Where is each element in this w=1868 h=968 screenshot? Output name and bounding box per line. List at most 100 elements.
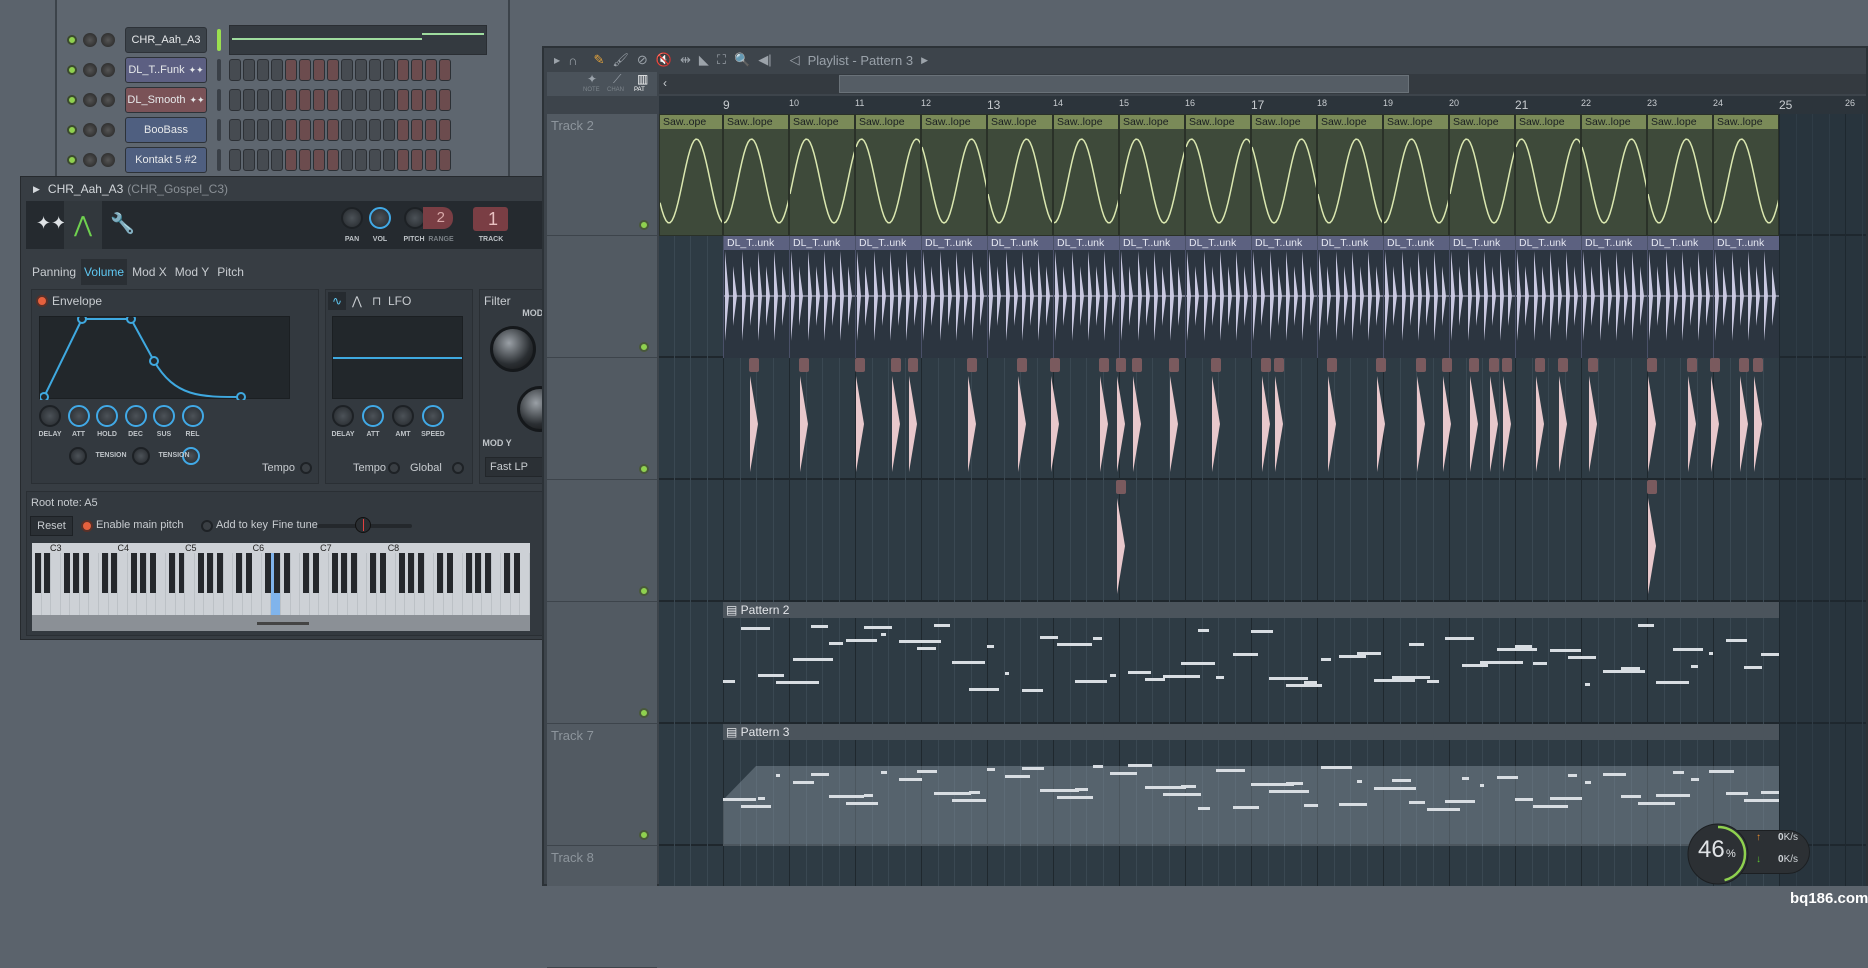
channel-pan-knob[interactable]: [83, 93, 97, 107]
black-key[interactable]: [44, 553, 51, 593]
step-button[interactable]: [229, 149, 241, 171]
step-button[interactable]: [383, 119, 395, 141]
step-button[interactable]: [397, 119, 409, 141]
channel-mode-icon[interactable]: ⟋: [613, 72, 621, 87]
track-header[interactable]: [547, 236, 657, 358]
step-button[interactable]: [257, 59, 269, 81]
envelope-tab-icon[interactable]: ⋀: [64, 201, 102, 249]
lfo-graph[interactable]: [332, 316, 463, 399]
track-mute-led[interactable]: [639, 220, 649, 230]
delete-icon[interactable]: ⊘: [637, 52, 648, 68]
black-key[interactable]: [149, 553, 156, 593]
step-button[interactable]: [327, 89, 339, 111]
rel-knob[interactable]: [181, 405, 204, 427]
sample-hit-clip[interactable]: [1274, 358, 1285, 372]
channel-mute-led[interactable]: [67, 35, 77, 45]
black-key[interactable]: [207, 553, 214, 593]
step-button[interactable]: [271, 89, 283, 111]
step-button[interactable]: [439, 149, 451, 171]
white-key[interactable]: [51, 553, 61, 615]
att-knob[interactable]: [362, 405, 384, 427]
step-button[interactable]: [243, 119, 255, 141]
amt-knob[interactable]: [392, 405, 414, 427]
saw-envelope-clip[interactable]: Saw..lope: [1185, 114, 1251, 236]
black-key[interactable]: [245, 553, 252, 593]
sample-hit-clip[interactable]: [749, 358, 760, 372]
select-icon[interactable]: ⛶: [717, 52, 726, 68]
sample-hit-clip[interactable]: [1099, 358, 1110, 372]
sample-hit-clip[interactable]: [1115, 358, 1126, 372]
chevron-right-icon[interactable]: ▶: [921, 55, 928, 66]
pattern2-clip[interactable]: ▤ Pattern 2: [723, 602, 1779, 724]
sample-hit-clip[interactable]: [855, 358, 865, 372]
step-button[interactable]: [299, 89, 311, 111]
sample-hit-clip[interactable]: [1587, 358, 1598, 372]
saw-envelope-clip[interactable]: Saw..lope: [1581, 114, 1647, 236]
step-button[interactable]: [411, 89, 423, 111]
magnet-snap-icon[interactable]: ∩: [568, 53, 577, 68]
sample-hit-clip[interactable]: [1132, 358, 1143, 372]
step-button[interactable]: [383, 149, 395, 171]
sample-tab-waveform-icon[interactable]: ✦✦: [36, 213, 66, 234]
step-button[interactable]: [369, 89, 381, 111]
step-button[interactable]: [341, 59, 353, 81]
channel-name-button[interactable]: DL_Smooth ✦✦: [125, 87, 207, 113]
white-key[interactable]: [425, 553, 435, 615]
sample-hit-clip[interactable]: [1049, 358, 1060, 372]
speed-knob[interactable]: [422, 405, 444, 427]
sample-hit-clip[interactable]: [1326, 358, 1337, 372]
step-button[interactable]: [313, 59, 325, 81]
black-key[interactable]: [408, 553, 415, 593]
black-key[interactable]: [235, 553, 242, 593]
channel-volume-knob[interactable]: [101, 33, 115, 47]
step-button[interactable]: [327, 149, 339, 171]
white-key[interactable]: [453, 553, 463, 615]
speaker-arrow-icon[interactable]: ◁: [790, 52, 800, 68]
channel-volume-knob[interactable]: [101, 63, 115, 77]
step-button[interactable]: [285, 119, 297, 141]
sample-hit-clip[interactable]: [1647, 480, 1657, 494]
saw-envelope-clip[interactable]: Saw..lope: [855, 114, 921, 236]
black-key[interactable]: [274, 553, 281, 593]
drum-loop-clip[interactable]: DL_T..unk: [1383, 236, 1449, 358]
step-button[interactable]: [313, 89, 325, 111]
white-key[interactable]: [252, 553, 262, 615]
add-to-key-toggle[interactable]: [201, 520, 213, 532]
drum-loop-clip[interactable]: DL_T..unk: [1713, 236, 1779, 358]
envelope-enable-led[interactable]: [36, 295, 48, 307]
white-key[interactable]: [118, 553, 128, 615]
collapse-arrow-icon[interactable]: ▶: [33, 184, 40, 195]
white-key[interactable]: [291, 553, 301, 615]
step-button[interactable]: [355, 149, 367, 171]
black-key[interactable]: [417, 553, 424, 593]
graph-editor[interactable]: [229, 25, 487, 55]
saw-envelope-clip[interactable]: Saw..lope: [1383, 114, 1449, 236]
drum-loop-clip[interactable]: DL_T..unk: [1053, 236, 1119, 358]
step-button[interactable]: [425, 149, 437, 171]
lfo-global-toggle[interactable]: [452, 462, 464, 474]
channel-select-bar[interactable]: [217, 29, 221, 51]
white-key[interactable]: [386, 553, 396, 615]
black-key[interactable]: [82, 553, 89, 593]
step-button[interactable]: [229, 119, 241, 141]
tab-panning[interactable]: Panning: [29, 259, 79, 285]
black-key[interactable]: [73, 553, 80, 593]
pencil-icon[interactable]: ✎: [594, 52, 605, 68]
black-key[interactable]: [341, 553, 348, 593]
step-button[interactable]: [229, 89, 241, 111]
drum-loop-clip[interactable]: DL_T..unk: [1449, 236, 1515, 358]
black-key[interactable]: [398, 553, 405, 593]
sus-knob[interactable]: [153, 405, 175, 427]
delay-knob[interactable]: [332, 405, 354, 427]
channel-volume-knob[interactable]: [101, 93, 115, 107]
black-key[interactable]: [303, 553, 309, 593]
black-key[interactable]: [437, 553, 444, 593]
black-key[interactable]: [370, 553, 376, 593]
black-key[interactable]: [312, 553, 319, 593]
white-key[interactable]: [319, 553, 329, 615]
mixer-track-value[interactable]: 1: [473, 207, 508, 231]
step-button[interactable]: [369, 119, 381, 141]
sample-hit-clip[interactable]: [1260, 358, 1271, 372]
drum-loop-clip[interactable]: DL_T..unk: [855, 236, 921, 358]
fine-tune-slider[interactable]: [317, 517, 412, 533]
